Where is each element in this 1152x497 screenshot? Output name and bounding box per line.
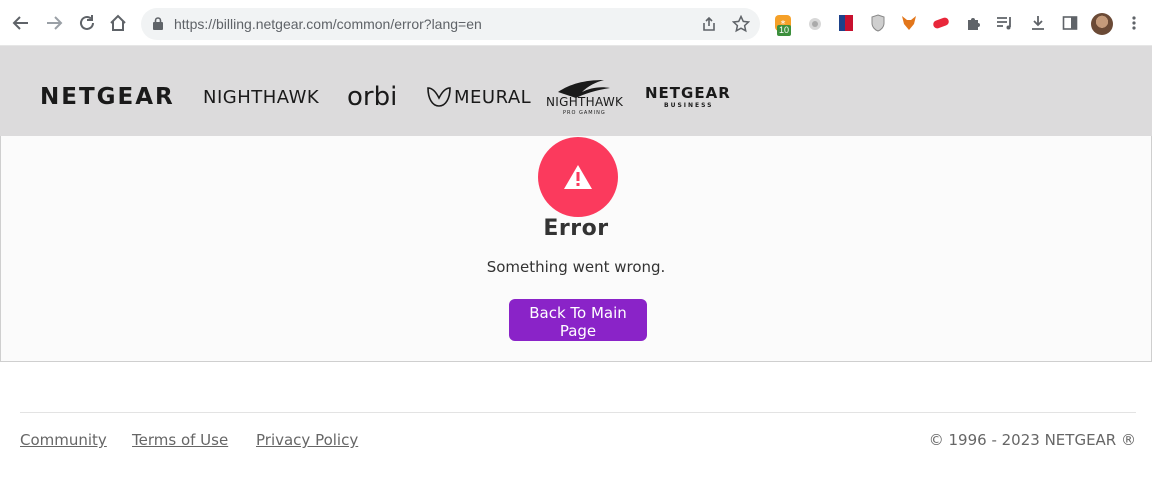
footer-link-community[interactable]: Community [20, 431, 107, 449]
share-icon[interactable] [701, 16, 717, 32]
nighthawk-pro-gaming-subtitle: PRO GAMING [563, 110, 606, 116]
error-title: Error [543, 216, 609, 241]
reading-list-icon[interactable] [995, 13, 1015, 33]
meural-logo[interactable]: MEURAL [454, 87, 531, 108]
footer-link-privacy-policy[interactable]: Privacy Policy [256, 431, 358, 449]
home-icon[interactable] [106, 11, 130, 35]
side-panel-icon[interactable] [1060, 13, 1080, 33]
address-url[interactable]: https://billing.netgear.com/common/error… [174, 16, 482, 32]
bookmark-star-icon[interactable] [732, 15, 750, 33]
error-message: Something went wrong. [486, 258, 666, 276]
forward-arrow-icon[interactable] [42, 11, 66, 35]
footer-divider [20, 412, 1136, 413]
footer-copyright: © 1996 - 2023 NETGEAR ® [928, 431, 1136, 449]
address-bar[interactable]: https://billing.netgear.com/common/error… [141, 8, 760, 40]
netgear-business-subtitle: BUSINESS [664, 102, 714, 109]
reload-icon[interactable] [75, 11, 99, 35]
back-arrow-icon[interactable] [9, 11, 33, 35]
netgear-business-logo[interactable]: NETGEAR [645, 84, 731, 102]
download-icon[interactable] [1028, 13, 1048, 33]
nighthawk-pro-gaming-logo[interactable]: NIGHTHAWK [546, 95, 623, 109]
menu-kebab-icon[interactable] [1124, 13, 1144, 33]
nighthawk-logo[interactable]: NIGHTHAWK [203, 87, 319, 108]
profile-avatar[interactable] [1091, 13, 1113, 35]
browser-toolbar: https://billing.netgear.com/common/error… [0, 0, 1152, 46]
netgear-logo[interactable]: NETGEAR [40, 84, 175, 110]
extension-fox-icon[interactable] [899, 13, 919, 33]
back-to-main-page-button[interactable]: Back To Main Page [509, 299, 647, 341]
extension-badge: 10 [777, 25, 792, 36]
extension-nba-icon[interactable] [836, 13, 856, 33]
extension-gray-icon[interactable] [805, 13, 825, 33]
extensions-puzzle-icon[interactable] [963, 13, 983, 33]
lock-icon[interactable] [153, 17, 163, 30]
meural-mark-icon [425, 84, 453, 115]
footer-link-terms-of-use[interactable]: Terms of Use [132, 431, 228, 449]
extension-shield-icon[interactable] [868, 13, 888, 33]
url-path: /common/error?lang=en [332, 16, 482, 32]
warning-triangle-icon [538, 137, 618, 217]
url-host: https://billing.netgear.com [174, 16, 333, 32]
extension-red-icon[interactable] [931, 13, 951, 33]
orbi-logo[interactable]: orbi [347, 82, 397, 112]
